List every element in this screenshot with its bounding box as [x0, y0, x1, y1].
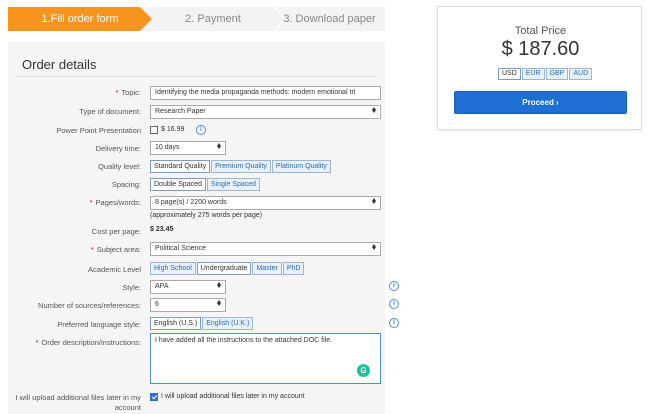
language-selector: English (U.S.) English (U.K.) — [150, 317, 254, 330]
total-price-label: Total Price — [514, 25, 567, 37]
pages-select[interactable]: 8 page(s) / 2200 words — [150, 196, 381, 210]
delivery-label: Delivery time: — [95, 144, 141, 153]
ppt-label: Power Point Presentation — [56, 126, 141, 135]
topic-label: * Topic: — [115, 88, 141, 97]
grammarly-icon[interactable]: G — [357, 364, 370, 377]
total-price-box: Total Price $ 187.60 USD EUR GBP AUD Pro… — [437, 6, 642, 130]
proceed-button[interactable]: Proceed › — [454, 91, 627, 114]
total-price-value: $ 187.60 — [501, 38, 580, 60]
academic-option-master[interactable]: Master — [252, 262, 282, 275]
currency-usd[interactable]: USD — [498, 68, 521, 80]
cost-per-page-value: $ 23.45 — [150, 226, 174, 233]
currency-gbp[interactable]: GBP — [545, 68, 569, 80]
upload-checkbox[interactable] — [150, 393, 158, 401]
pages-label: * Pages/words: — [89, 198, 141, 207]
academic-selector: High School Undergraduate Master PhD — [150, 262, 305, 275]
upload-label-line1: I will upload additional files later in … — [15, 393, 141, 402]
academic-label: Academic Level — [88, 265, 141, 274]
description-textarea[interactable]: I have added all the instructions to the… — [150, 333, 381, 384]
sources-select[interactable]: 6 — [150, 298, 226, 312]
topic-label-text: Topic: — [121, 88, 141, 97]
description-label: * Order description/instructions: — [35, 338, 141, 347]
spacing-option-double[interactable]: Double Spaced — [150, 178, 206, 191]
pages-label-text: Pages/words: — [95, 198, 141, 207]
language-option-uk[interactable]: English (U.K.) — [202, 317, 254, 330]
info-icon[interactable]: i — [389, 281, 399, 291]
ppt-checkbox[interactable] — [150, 126, 158, 134]
currency-aud[interactable]: AUD — [569, 68, 593, 80]
description-label-text: Order description/instructions: — [41, 338, 141, 347]
panel-title: Order details — [22, 57, 97, 72]
pages-note: (approximately 275 words per page) — [150, 212, 263, 219]
subject-label: * Subject area: — [90, 245, 141, 254]
currency-selector: USD EUR GBP AUD — [498, 68, 593, 80]
language-option-us[interactable]: English (U.S.) — [150, 317, 202, 330]
info-icon[interactable]: i — [389, 318, 399, 328]
ppt-price: $ 16.99 — [161, 126, 185, 133]
language-label: Preferred language style: — [57, 320, 141, 329]
cost-per-page-label: Cost per page: — [91, 227, 141, 236]
academic-option-phd[interactable]: PhD — [282, 262, 305, 275]
academic-option-high-school[interactable]: High School — [150, 262, 196, 275]
step-download-paper: 3. Download paper — [283, 13, 376, 25]
subject-select[interactable]: Political Science — [150, 242, 381, 256]
progress-steps: 1.Fill order form 2. Payment 3. Download… — [8, 7, 385, 31]
spacing-option-single[interactable]: Single Spaced — [206, 178, 261, 191]
spacing-selector: Double Spaced Single Spaced — [150, 178, 261, 191]
quality-label: Quality level: — [98, 162, 141, 171]
info-icon[interactable]: i — [196, 125, 206, 135]
currency-eur[interactable]: EUR — [521, 68, 545, 80]
delivery-select[interactable]: 10 days — [150, 141, 226, 155]
quality-option-platinum[interactable]: Platinum Quality — [271, 160, 331, 173]
doc-type-select[interactable]: Research Paper — [150, 105, 381, 119]
step-payment: 2. Payment — [185, 13, 241, 25]
quality-option-premium[interactable]: Premium Quality — [211, 160, 271, 173]
sources-label: Number of sources/references: — [38, 301, 141, 310]
quality-option-standard[interactable]: Standard Quality — [150, 160, 211, 173]
topic-input[interactable]: Identifying the media propaganda methods… — [150, 86, 381, 100]
upload-checkbox-label: I will upload additional files later in … — [161, 393, 305, 400]
info-icon[interactable]: i — [389, 299, 399, 309]
academic-option-undergraduate[interactable]: Undergraduate — [196, 262, 252, 275]
upload-label-line2: account — [114, 403, 141, 412]
style-select[interactable]: APA — [150, 280, 226, 294]
divider — [16, 76, 377, 77]
style-label: Style: — [122, 283, 141, 292]
quality-selector: Standard Quality Premium Quality Platinu… — [150, 160, 332, 173]
step-fill-order-form: 1.Fill order form — [8, 7, 152, 31]
doc-type-label: Type of document: — [79, 107, 141, 116]
spacing-label: Spacing: — [111, 180, 141, 189]
subject-label-text: Subject area: — [96, 245, 141, 254]
